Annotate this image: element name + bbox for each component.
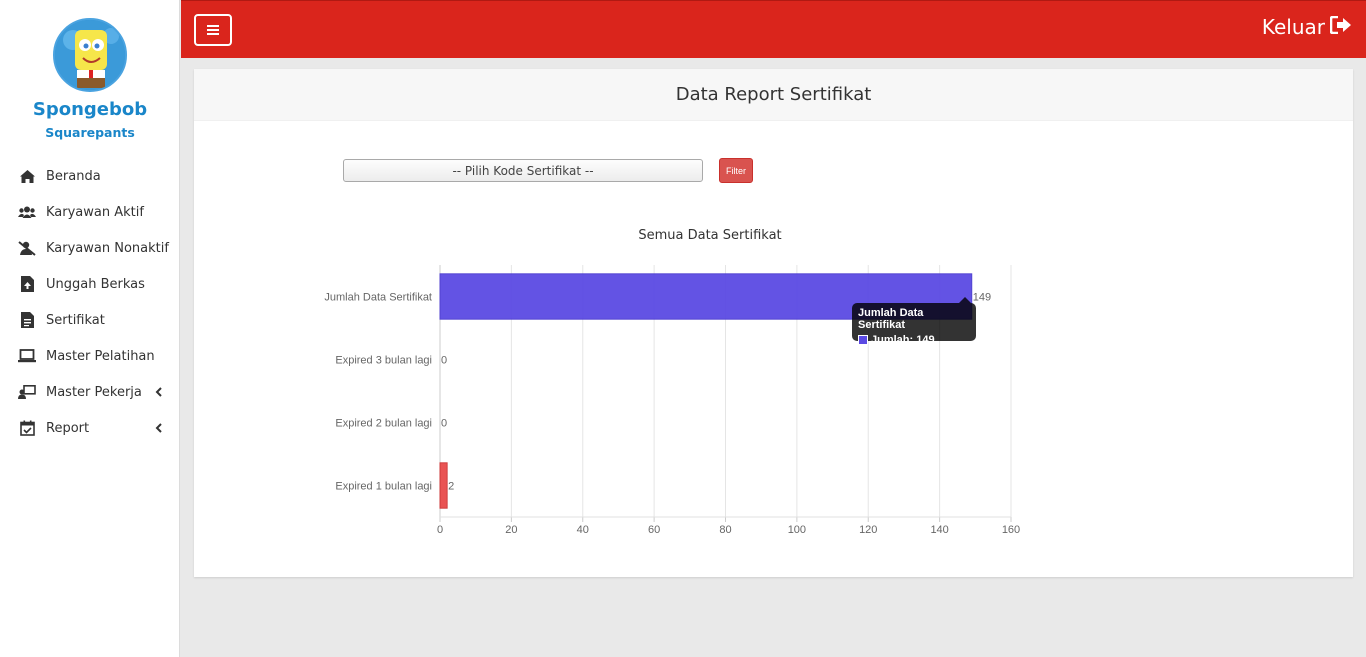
- user-last-name: Squarepants: [45, 125, 135, 140]
- sidebar-nav: Beranda Karyawan Aktif Karyawan Nonaktif…: [0, 158, 180, 446]
- chart-x-tick-label: 80: [719, 524, 731, 536]
- sidebar-item-master-pekerja[interactable]: Master Pekerja: [0, 374, 180, 410]
- calendar-check-icon: [18, 419, 36, 437]
- file-text-icon: [18, 311, 36, 329]
- avatar[interactable]: [53, 18, 127, 92]
- user-board-icon: [18, 383, 36, 401]
- tooltip-label: Jumlah: 149: [871, 334, 935, 346]
- chart-x-tick-label: 40: [577, 524, 589, 536]
- menu-toggle-button[interactable]: [194, 14, 232, 46]
- sidebar-item-unggah-berkas[interactable]: Unggah Berkas: [0, 266, 180, 302]
- home-icon: [18, 167, 36, 185]
- user-slash-icon: [18, 239, 36, 257]
- sidebar-item-beranda[interactable]: Beranda: [0, 158, 180, 194]
- chart-category-label: Expired 3 bulan lagi: [335, 355, 432, 367]
- chevron-left-icon: [152, 421, 164, 435]
- chevron-left-icon: [152, 385, 164, 399]
- chart-x-tick-label: 0: [437, 524, 443, 536]
- chart-x-tick-label: 100: [788, 524, 806, 536]
- chart-x-tick-label: 140: [930, 524, 948, 536]
- sidebar-item-sertifikat[interactable]: Sertifikat: [0, 302, 180, 338]
- logout-button[interactable]: Keluar: [1262, 15, 1352, 39]
- sidebar-item-label: Sertifikat: [46, 312, 105, 328]
- sidebar-item-karyawan-aktif[interactable]: Karyawan Aktif: [0, 194, 180, 230]
- top-header: Keluar: [181, 0, 1366, 58]
- sidebar-item-karyawan-nonaktif[interactable]: Karyawan Nonaktif: [0, 230, 180, 266]
- chart-category-label: Expired 1 bulan lagi: [335, 481, 432, 493]
- chart-bar: [439, 462, 448, 509]
- chart-x-tick-label: 160: [1002, 524, 1020, 536]
- chart-data-label: 2: [448, 481, 454, 493]
- tooltip-swatch: [858, 335, 868, 345]
- chart-tooltip: Jumlah Data Sertifikat Jumlah: 149: [852, 297, 976, 346]
- users-icon: [18, 203, 36, 221]
- user-first-name: Spongebob: [32, 99, 148, 120]
- report-card: Data Report Sertifikat -- Pilih Kode Ser…: [194, 69, 1353, 577]
- sidebar-item-label: Master Pekerja: [46, 384, 142, 400]
- chart-data-label: 0: [441, 418, 447, 430]
- certificate-bar-chart: Semua Data Sertifikat0 20 40 60 80 100 120 140 1…: [324, 228, 1020, 536]
- file-upload-icon: [18, 275, 36, 293]
- sidebar-item-report[interactable]: Report: [0, 410, 180, 446]
- chart-category-label: Expired 2 bulan lagi: [335, 418, 432, 430]
- sidebar: Spongebob Squarepants Beranda Karyawan A…: [0, 0, 180, 657]
- chart-title: Semua Data Sertifikat: [638, 228, 781, 243]
- chart-x-tick-label: 60: [648, 524, 660, 536]
- sidebar-item-label: Report: [46, 420, 90, 436]
- sidebar-item-label: Karyawan Nonaktif: [46, 240, 169, 256]
- laptop-icon: [18, 347, 36, 365]
- sidebar-item-label: Master Pelatihan: [46, 348, 155, 364]
- chart-category-label: Jumlah Data Sertifikat: [324, 292, 432, 304]
- chart-x-tick-label: 120: [859, 524, 877, 536]
- avatar-image: [55, 20, 125, 90]
- sign-out-icon: [1325, 15, 1352, 39]
- chart-x-tick-label: 20: [505, 524, 517, 536]
- chart-data-label: 0: [441, 355, 447, 367]
- logout-label: Keluar: [1261, 15, 1325, 39]
- sidebar-item-label: Unggah Berkas: [46, 276, 145, 292]
- tooltip-title: Jumlah Data Sertifikat: [858, 307, 924, 331]
- sidebar-item-master-pelatihan[interactable]: Master Pelatihan: [0, 338, 180, 374]
- sidebar-item-label: Karyawan Aktif: [46, 204, 144, 220]
- sidebar-item-label: Beranda: [46, 168, 101, 184]
- hamburger-icon: [207, 23, 219, 38]
- chart-data-label: 149: [973, 292, 991, 304]
